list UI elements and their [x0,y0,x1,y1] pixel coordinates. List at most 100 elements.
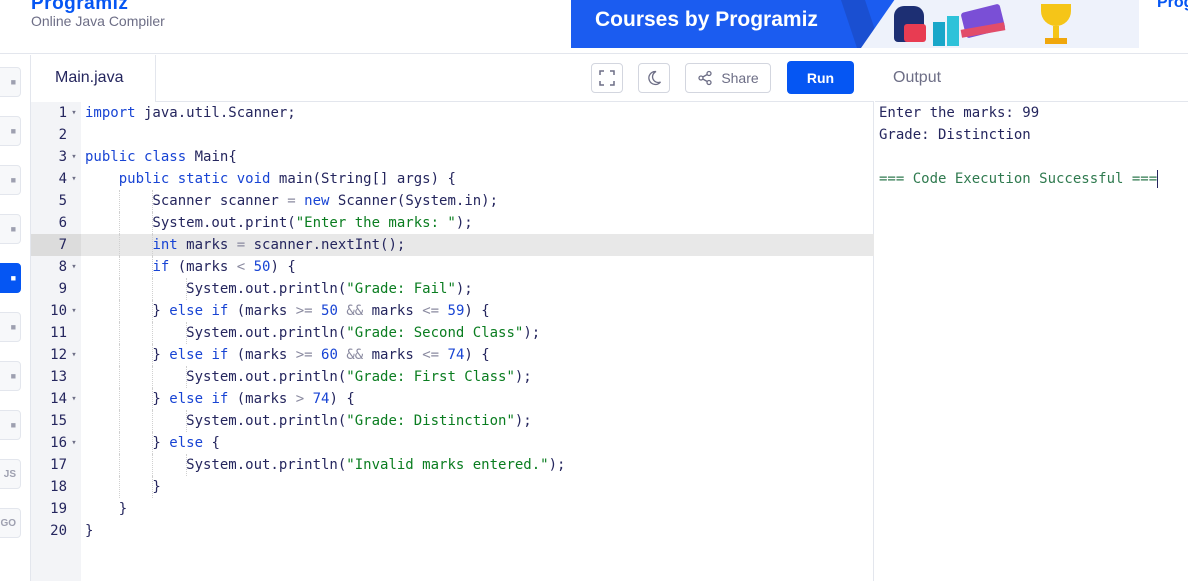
line-number: 9 [58,281,67,297]
c-icon-glyph: ■ [10,322,16,332]
code-line[interactable]: 10 ▾ } else if (marks >= 50 && marks <= 5… [31,300,874,322]
code-text: System.out.println("Grade: Fail"); [85,281,473,297]
go-icon[interactable]: GO [0,508,21,538]
fold-arrow-icon[interactable]: ▾ [69,432,79,454]
cpp-icon[interactable]: ■ [0,361,21,391]
fold-arrow-icon[interactable]: ▾ [69,388,79,410]
code-line[interactable]: 7 int marks = scanner.nextInt(); [31,234,874,256]
line-number: 13 [50,369,67,385]
page-subtitle: Online Java Compiler [31,13,165,29]
backpack-pocket-icon [904,24,926,42]
html-icon[interactable]: ■ [0,214,21,244]
fold-arrow-icon[interactable]: ▾ [69,256,79,278]
line-number: 15 [50,413,67,429]
code-line[interactable]: 4 ▾ public static void main(String[] args… [31,168,874,190]
share-button[interactable]: Share [685,63,771,93]
execution-status-line: === Code Execution Successful === [879,170,1159,188]
books-icon [947,16,959,46]
code-text: import java.util.Scanner; [85,105,296,121]
fullscreen-icon [599,70,615,86]
courses-banner[interactable]: Courses by Programiz [571,0,1139,48]
r-icon-glyph: ■ [10,126,16,136]
code-line[interactable]: 6 System.out.print("Enter the marks: "); [31,212,874,234]
python-icon[interactable]: ■ [0,67,21,97]
code-line[interactable]: 2 [31,124,874,146]
code-text: } [85,501,128,517]
line-number: 7 [31,234,81,256]
code-line[interactable]: 15 System.out.println("Grade: Distinctio… [31,410,874,432]
editor-toolbar: Main.java Share Run [31,55,874,102]
code-line[interactable]: 3 ▾ public class Main{ [31,146,874,168]
books-icon [933,22,945,46]
java-icon[interactable]: ■ [0,263,21,293]
code-text: public class Main{ [85,149,237,165]
java-icon-glyph: ■ [10,273,16,283]
r-icon[interactable]: ■ [0,116,21,146]
code-line[interactable]: 13 System.out.println("Grade: First Clas… [31,366,874,388]
fold-arrow-icon[interactable]: ▾ [69,344,79,366]
code-text: System.out.println("Invalid marks entere… [85,457,566,473]
line-number: 5 [58,193,67,209]
code-line[interactable]: 20} [31,520,874,542]
share-icon [698,70,712,86]
output-console[interactable]: Enter the marks: 99 Grade: Distinction ===… [875,102,1188,581]
code-text: Scanner scanner = new Scanner(System.in)… [85,193,499,209]
code-line[interactable]: 9 System.out.println("Grade: Fail"); [31,278,874,300]
html-icon-glyph: ■ [10,224,16,234]
top-header: Programiz Online Java Compiler Courses b… [0,0,1188,54]
code-text: } [85,479,161,495]
code-line[interactable]: 8 ▾ if (marks < 50) { [31,256,874,278]
code-text: if (marks < 50) { [152,259,296,275]
line-number: 11 [50,325,67,341]
code-text: System.out.println("Grade: Distinction")… [85,413,532,429]
code-text: } else if (marks > 74) { [85,391,355,407]
output-line: Enter the marks: 99 [879,105,1040,121]
language-sidebar: ■ ■ ■ ■ ■ ■ ■ ■ JS GO [0,55,31,581]
trophy-stem-icon [1053,26,1059,38]
c-icon[interactable]: ■ [0,312,21,342]
code-text: System.out.print("Enter the marks: "); [85,215,473,231]
code-text: } else { [85,435,220,451]
dark-mode-button[interactable] [638,63,670,93]
javascript-icon[interactable]: JS [0,459,21,489]
code-text: } [85,523,94,539]
code-line[interactable]: 16 ▾ } else { [31,432,874,454]
fold-arrow-icon[interactable]: ▾ [69,300,79,322]
sql-icon[interactable]: ■ [0,165,21,195]
code-text: } else if (marks >= 60 && marks <= 74) { [85,347,490,363]
csharp-icon[interactable]: ■ [0,410,21,440]
fold-arrow-icon[interactable]: ▾ [69,168,79,190]
code-line[interactable]: 1 ▾ import java.util.Scanner; [31,102,874,124]
line-number: 19 [50,501,67,517]
cpp-icon-glyph: ■ [10,371,16,381]
line-number: 6 [58,215,67,231]
line-number: 17 [50,457,67,473]
code-text: System.out.println("Grade: Second Class"… [85,325,541,341]
file-tab-main-java[interactable]: Main.java [31,55,156,102]
code-text: System.out.println("Grade: First Class")… [85,369,532,385]
run-button[interactable]: Run [787,61,854,94]
file-tab-label: Main.java [55,69,124,86]
code-line[interactable]: 11 System.out.println("Grade: Second Cla… [31,322,874,344]
code-editor[interactable]: 1 ▾ import java.util.Scanner; 2 3 ▾ public cla… [31,102,874,581]
code-text: } else if (marks >= 50 && marks <= 59) { [85,303,490,319]
trophy-base-icon [1045,38,1067,44]
banner-text: Courses by Programiz [595,8,818,31]
fold-arrow-icon[interactable]: ▾ [69,146,79,168]
output-header: Output [875,55,1188,102]
code-line[interactable]: 18 } [31,476,874,498]
line-number: 2 [58,127,67,143]
csharp-icon-glyph: ■ [10,420,16,430]
code-line[interactable]: 17 System.out.println("Invalid marks ent… [31,454,874,476]
sql-icon-glyph: ■ [10,175,16,185]
programiz-logo-right[interactable]: Prog [1157,0,1188,12]
fullscreen-button[interactable] [591,63,623,93]
code-line[interactable]: 19 } [31,498,874,520]
fold-arrow-icon[interactable]: ▾ [69,102,79,124]
code-text: int marks = scanner.nextInt(); [152,237,406,253]
line-number: 18 [50,479,67,495]
code-line[interactable]: 14 ▾ } else if (marks > 74) { [31,388,874,410]
output-line: Grade: Distinction [879,127,1031,143]
code-line[interactable]: 5 Scanner scanner = new Scanner(System.i… [31,190,874,212]
code-line[interactable]: 12 ▾ } else if (marks >= 60 && marks <= 7… [31,344,874,366]
